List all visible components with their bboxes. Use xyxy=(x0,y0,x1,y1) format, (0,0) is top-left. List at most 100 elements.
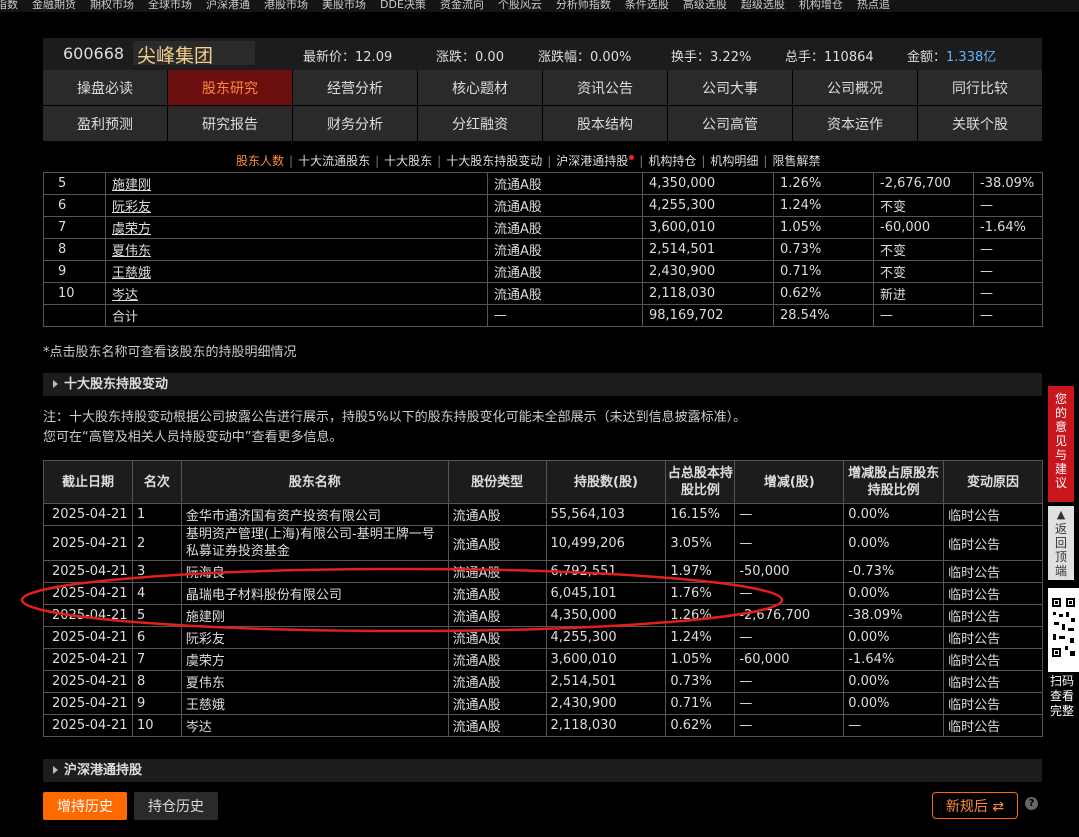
change-cell: 7 xyxy=(131,648,182,671)
subnav-item[interactable]: 十大股东 xyxy=(384,152,432,169)
change-cell: 0.62% xyxy=(665,714,736,737)
change-cell: 临时公告 xyxy=(943,582,1043,605)
top-nav-item[interactable]: 金融期货 xyxy=(32,0,76,10)
change-cell: 临时公告 xyxy=(943,525,1043,561)
tab-item[interactable]: 公司概况 xyxy=(793,70,917,105)
top-nav-item[interactable]: 资金流向 xyxy=(440,0,484,10)
subnav-item[interactable]: 股东人数 xyxy=(236,152,284,169)
help-icon[interactable]: ? xyxy=(1025,797,1038,810)
top-nav: 指数 金融期货 期权市场 全球市场 沪深港通 港股市场 美股市场 DDE决策 资金流向 个股风云 分… xyxy=(0,0,1079,12)
top-nav-item[interactable]: DDE决策 xyxy=(380,0,426,10)
top-nav-item[interactable]: 指数 xyxy=(0,0,18,10)
holder-name-link[interactable]: 夏伟东 xyxy=(112,244,151,259)
holder-name-link[interactable]: 施建刚 xyxy=(112,178,151,193)
tab-item[interactable]: 公司高管 xyxy=(668,106,792,141)
change-cell: 夏伟东 xyxy=(180,670,449,693)
change-cell: -38.09% xyxy=(843,604,945,627)
top-nav-item[interactable]: 超级选股 xyxy=(741,0,785,10)
section-hk-connect[interactable]: 沪深港通持股 xyxy=(43,759,1042,782)
subnav-item[interactable]: 机构明细 xyxy=(710,152,758,169)
top-holder-cell: 2,118,030 xyxy=(642,282,774,305)
subnav-item[interactable]: 沪深港通持股 xyxy=(556,152,628,169)
tab-item[interactable]: 经营分析 xyxy=(293,70,417,105)
tab-item[interactable]: 核心题材 xyxy=(418,70,542,105)
change-header: 占总股本持股比例 xyxy=(665,460,736,504)
top-holder-row: 8 夏伟东 流通A股 2,514,501 0.73% 不变 — xyxy=(43,238,1043,261)
back-to-top-button[interactable]: ▲ 返回顶端 xyxy=(1048,506,1074,580)
subnav-item[interactable]: 十大股东持股变动 xyxy=(446,152,542,169)
tab-item[interactable]: 操盘必读 xyxy=(43,70,167,105)
change-cell: 临时公告 xyxy=(943,626,1043,649)
change-cell: 0.00% xyxy=(843,692,945,715)
top-holder-cell: 4,255,300 xyxy=(642,194,774,217)
subnav-item[interactable]: 限售解禁 xyxy=(772,152,820,169)
subnav-divider: | xyxy=(763,154,768,168)
section-top10-changes[interactable]: 十大股东持股变动 xyxy=(43,373,1042,396)
tab-item[interactable]: 股本结构 xyxy=(543,106,667,141)
top-nav-item[interactable]: 期权市场 xyxy=(90,0,134,10)
change-row: 2025-04-21 3 阮海良 流通A股 6,792,551 1.97% -50,000-… xyxy=(43,560,1043,583)
top-nav-item[interactable]: 条件选股 xyxy=(625,0,669,10)
top-holder-cell: 岑达 xyxy=(105,282,488,305)
holder-name-link[interactable]: 岑达 xyxy=(112,288,138,303)
stock-name: 尖峰集团 xyxy=(137,45,214,67)
top-holder-cell: 0.71% xyxy=(773,260,874,283)
top-holder-cell: 流通A股 xyxy=(487,194,643,217)
subnav-item[interactable]: 十大流通股东 xyxy=(298,152,370,169)
top-nav-item[interactable]: 全球市场 xyxy=(148,0,192,10)
top-nav-item[interactable]: 沪深港通 xyxy=(206,0,250,10)
top-holder-row: 9 王慈娥 流通A股 2,430,900 0.71% 不变 — xyxy=(43,260,1043,283)
change-cell: 9 xyxy=(131,692,182,715)
holder-name-link[interactable]: 王慈娥 xyxy=(112,266,151,281)
increase-history-button[interactable]: 增持历史 xyxy=(43,792,127,820)
change-cell: 1.05% xyxy=(665,648,736,671)
top-holder-cell: — xyxy=(973,260,1043,283)
change-cell: 2025-04-21 xyxy=(43,560,133,583)
tab-item[interactable]: 资讯公告 xyxy=(543,70,667,105)
change-cell: 流通A股 xyxy=(447,560,547,583)
tab-item[interactable]: 股东研究 xyxy=(168,70,292,105)
top-holder-cell: 1.26% xyxy=(773,172,874,195)
change-cell: 流通A股 xyxy=(447,692,547,715)
change-cell: 1.97% xyxy=(665,560,736,583)
tab-item[interactable]: 公司大事 xyxy=(668,70,792,105)
change-stat: 涨跌：0.00 xyxy=(436,50,504,65)
tab-item[interactable]: 财务分析 xyxy=(293,106,417,141)
change-cell: 1.76% xyxy=(665,582,736,605)
top-holder-cell: 虞荣方 xyxy=(105,216,488,239)
holder-name-link[interactable]: 阮彩友 xyxy=(112,200,151,215)
change-row: 2025-04-21 2 基明资产管理(上海)有限公司-基明王牌一号私募证券投资基金… xyxy=(43,525,1043,561)
top-holder-cell: 不变 xyxy=(873,238,974,261)
top-nav-item[interactable]: 美股市场 xyxy=(322,0,366,10)
change-cell: 临时公告 xyxy=(943,503,1043,526)
new-rule-toggle-button[interactable]: 新规后 ⇄ xyxy=(932,792,1018,819)
holding-change-table: 截止日期 名次 股东名称 股份类型 持股数(股) 占总股本持股比例 增减(股) 增减股占原股东… xyxy=(43,460,1043,737)
feedback-button[interactable]: 您的意见与建议 xyxy=(1048,386,1074,502)
tab-item[interactable]: 盈利预测 xyxy=(43,106,167,141)
change-row: 2025-04-21 9 王慈娥 流通A股 2,430,900 0.71% —0.00% 临时… xyxy=(43,692,1043,715)
top-nav-item[interactable]: 高级选股 xyxy=(683,0,727,10)
top-nav-item[interactable]: 热点追 xyxy=(857,0,890,10)
tab-item[interactable]: 分红融资 xyxy=(418,106,542,141)
sub-nav: 股东人数 | 十大流通股东 | 十大股东 | 十大股东持股变动 | 沪深港通持股 | 机构持仓 | 机构… xyxy=(236,152,820,169)
tab-item[interactable]: 关联个股 xyxy=(918,106,1042,141)
change-cell: 流通A股 xyxy=(447,714,547,737)
subnav-item[interactable]: 机构持仓 xyxy=(648,152,696,169)
top-nav-item[interactable]: 港股市场 xyxy=(264,0,308,10)
top-nav-item[interactable]: 个股风云 xyxy=(498,0,542,10)
change-header: 变动原因 xyxy=(943,460,1043,504)
top-holder-total-cell: — xyxy=(973,304,1043,327)
holding-history-button[interactable]: 持仓历史 xyxy=(134,792,218,820)
change-cell: 流通A股 xyxy=(447,604,547,627)
tab-item[interactable]: 研究报告 xyxy=(168,106,292,141)
change-cell: 2,430,900 xyxy=(545,692,667,715)
holder-name-link[interactable]: 虞荣方 xyxy=(112,222,151,237)
change-cell: 2025-04-21 xyxy=(43,648,133,671)
top-nav-item[interactable]: 机构增仓 xyxy=(799,0,843,10)
change-cell: 10 xyxy=(131,714,182,737)
top-holder-cell: 6 xyxy=(43,194,106,217)
top-holder-cell: 施建刚 xyxy=(105,172,488,195)
tab-item[interactable]: 同行比较 xyxy=(918,70,1042,105)
top-nav-item[interactable]: 分析师指数 xyxy=(556,0,611,10)
tab-item[interactable]: 资本运作 xyxy=(793,106,917,141)
